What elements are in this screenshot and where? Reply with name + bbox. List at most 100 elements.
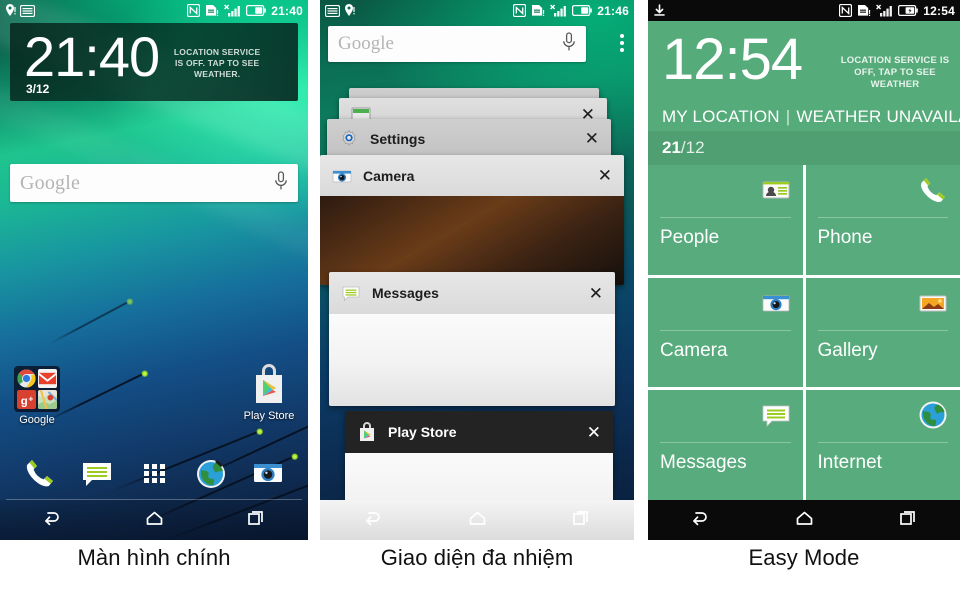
recent-card-title: Play Store: [388, 424, 457, 440]
phone-icon: [918, 175, 948, 205]
widget-date: 3/12: [26, 82, 50, 96]
date-month: /12: [680, 138, 705, 157]
easy-clock-widget[interactable]: 12:54 LOCATION SERVICE IS OFF, TAP TO SE…: [648, 21, 960, 131]
phone-panel-easy-mode: ! 12:54 12:54 LOCATION SERVICE IS OFF, T…: [648, 0, 960, 540]
status-clock: 21:40: [271, 3, 303, 18]
google-search-bar[interactable]: Google: [328, 26, 586, 62]
close-icon[interactable]: ✕: [585, 130, 599, 147]
divider: |: [785, 107, 791, 126]
tile-divider: [660, 442, 791, 444]
microphone-icon[interactable]: [274, 170, 288, 196]
dock-item-messages[interactable]: [80, 456, 114, 490]
gallery-icon: [918, 288, 948, 318]
phone-panel-multitasking: ! 21:46 Google ✕ Settings ✕ Camera ✕ Mes…: [320, 0, 634, 540]
widget-time: 12:54: [662, 27, 803, 92]
home-icon[interactable]: [468, 509, 487, 532]
tile-internet[interactable]: Internet: [805, 390, 960, 500]
people-icon: [761, 175, 791, 205]
signal-no-service-icon: [876, 4, 893, 17]
tile-gallery[interactable]: Gallery: [805, 277, 960, 388]
caption-easy-mode: Easy Mode: [748, 545, 860, 570]
overflow-menu-icon[interactable]: [620, 34, 624, 52]
status-bar: ! 21:46: [320, 0, 634, 21]
close-icon[interactable]: ✕: [589, 285, 603, 302]
tile-divider: [660, 329, 791, 331]
gmail-icon: [38, 369, 57, 388]
tile-divider: [817, 329, 948, 331]
easy-mode-app-grid: People Phone Camera Gallery Messages Int…: [648, 165, 960, 500]
recent-card-settings[interactable]: Settings ✕: [327, 119, 611, 158]
messages-icon: [341, 283, 361, 303]
battery-icon: [246, 4, 267, 17]
home-icon[interactable]: [145, 509, 164, 532]
microphone-icon[interactable]: [562, 31, 576, 57]
tile-people[interactable]: People: [648, 165, 803, 275]
tile-camera[interactable]: Camera: [648, 277, 803, 388]
play-store-icon[interactable]: [248, 363, 290, 405]
widget-time: 21:40: [24, 25, 160, 88]
sd-card-warning-icon: !: [531, 4, 545, 18]
dock-item-phone[interactable]: [23, 456, 57, 490]
weather-status: WEATHER UNAVAILA..: [796, 107, 960, 126]
status-bar: ! 12:54: [648, 0, 960, 21]
nfc-icon: [187, 3, 201, 18]
location-icon: [5, 4, 16, 17]
caption-multitasking: Giao diện đa nhiệm: [380, 545, 574, 570]
close-icon[interactable]: ✕: [587, 424, 601, 441]
play-store-label: Play Store: [243, 410, 295, 422]
tile-divider: [817, 442, 948, 444]
tile-divider: [817, 217, 948, 218]
weather-note: LOCATION SERVICE IS OFF, TAP TO SEE WEAT…: [840, 55, 950, 90]
search-input[interactable]: Google: [20, 172, 80, 195]
sim-card-icon: [324, 4, 341, 17]
maps-icon: [38, 390, 57, 409]
back-arrow-icon[interactable]: [690, 509, 710, 532]
folder-label: Google: [19, 414, 55, 426]
back-arrow-icon[interactable]: [363, 509, 383, 532]
recents-icon[interactable]: [572, 509, 591, 532]
dock-item-all-apps[interactable]: [137, 456, 171, 490]
signal-no-service-icon: [224, 4, 241, 17]
search-input[interactable]: Google: [338, 33, 394, 55]
tile-divider: [660, 217, 791, 218]
svg-text:!: !: [869, 9, 872, 17]
navigation-bar: [320, 500, 634, 540]
dock-item-internet[interactable]: [194, 456, 228, 490]
sd-card-warning-icon: !: [205, 4, 220, 18]
globe-icon: [918, 400, 948, 430]
svg-text:+: +: [28, 393, 33, 403]
google-folder[interactable]: g +: [14, 366, 60, 412]
location-weather-line: MY LOCATION | WEATHER UNAVAILA..: [662, 107, 960, 127]
recents-icon[interactable]: [247, 509, 266, 532]
chrome-icon: [17, 369, 36, 388]
tile-label: Gallery: [817, 339, 878, 361]
card-preview: [329, 314, 615, 406]
recents-icon[interactable]: [899, 509, 918, 532]
svg-text:!: !: [217, 9, 220, 17]
phone-panel-home-screen: ! 21:40 21:40 LOCATION SERVICE IS OFF. T…: [0, 0, 308, 540]
screenshot-stage: ! 21:40 21:40 LOCATION SERVICE IS OFF. T…: [0, 0, 960, 596]
messages-icon: [761, 400, 791, 430]
navigation-bar: [648, 500, 960, 540]
nfc-icon: [839, 3, 853, 18]
clock-weather-widget[interactable]: 21:40 LOCATION SERVICE IS OFF. TAP TO SE…: [10, 23, 298, 101]
recent-card-camera[interactable]: Camera ✕: [320, 155, 624, 285]
tile-messages[interactable]: Messages: [648, 390, 803, 500]
navigation-bar: [0, 500, 308, 540]
signal-no-service-icon: [550, 4, 567, 17]
recent-card-messages[interactable]: Messages ✕: [329, 272, 615, 406]
dock-item-camera[interactable]: [251, 456, 285, 490]
status-clock: 12:54: [923, 3, 955, 18]
sim-card-icon: [19, 4, 36, 17]
status-bar: ! 21:40: [0, 0, 308, 21]
tile-label: Phone: [817, 227, 873, 248]
google-search-bar[interactable]: Google: [10, 164, 298, 202]
camera-icon: [332, 166, 352, 186]
home-icon[interactable]: [795, 509, 814, 532]
tile-phone[interactable]: Phone: [805, 165, 960, 275]
tile-label: Camera: [660, 339, 728, 361]
back-arrow-icon[interactable]: [42, 509, 62, 532]
tile-label: Internet: [817, 452, 882, 474]
close-icon[interactable]: ✕: [598, 167, 612, 184]
svg-text:g: g: [21, 395, 28, 407]
